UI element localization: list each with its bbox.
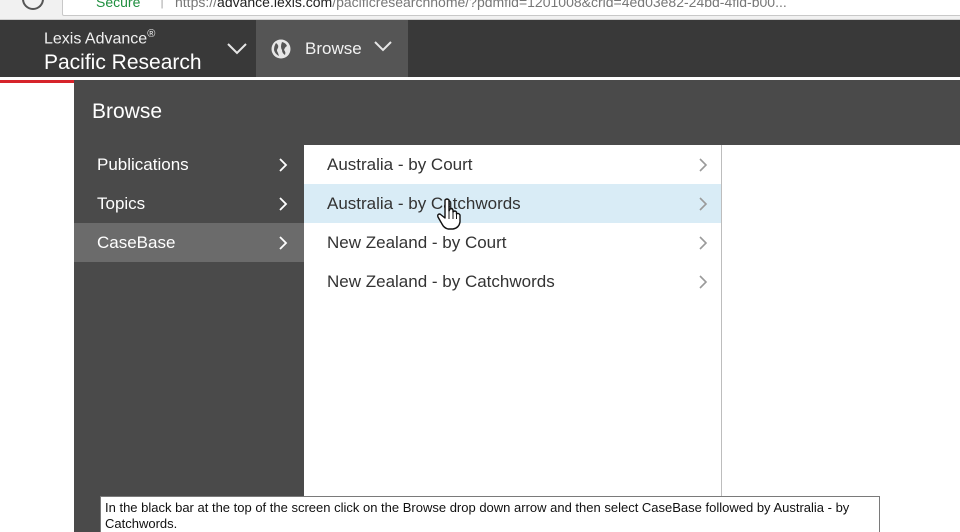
browse-panel-header: Browse xyxy=(74,80,960,145)
url-text[interactable]: https://advance.lexis.com/pacificresearc… xyxy=(175,0,787,10)
browse-detail-column xyxy=(723,145,960,532)
url-path: /pacificresearchhome/?pdmfid=1201008&cri… xyxy=(332,0,787,10)
category-label: Topics xyxy=(97,194,146,213)
brand-name: Lexis Advance xyxy=(44,30,148,48)
chevron-right-icon xyxy=(699,197,708,211)
category-label: CaseBase xyxy=(97,233,176,252)
chevron-down-icon xyxy=(227,42,247,54)
subitem-new-zealand-by-catchwords[interactable]: New Zealand - by Catchwords xyxy=(304,262,721,301)
brand-line1: Lexis Advance® xyxy=(44,28,155,48)
hand-cursor-icon xyxy=(437,198,461,230)
brand-line2: Pacific Research xyxy=(44,51,202,74)
page-background xyxy=(0,83,74,532)
chevron-right-icon xyxy=(279,158,288,172)
registered-mark: ® xyxy=(147,28,156,40)
category-label: Publications xyxy=(97,155,189,174)
subitem-label: Australia - by Court xyxy=(327,155,473,174)
subitem-australia-by-court[interactable]: Australia - by Court xyxy=(304,145,721,184)
secure-label: Secure xyxy=(96,0,141,10)
category-item-topics[interactable]: Topics xyxy=(74,184,304,223)
browse-category-list: Publications Topics CaseBase xyxy=(74,145,304,532)
chevron-right-icon xyxy=(279,197,288,211)
browse-label: Browse xyxy=(305,39,362,58)
product-switcher-button[interactable] xyxy=(218,20,256,77)
subitem-new-zealand-by-court[interactable]: New Zealand - by Court xyxy=(304,223,721,262)
chevron-right-icon xyxy=(699,158,708,172)
browse-dropdown-button[interactable]: Browse xyxy=(256,20,408,77)
subitem-label: New Zealand - by Court xyxy=(327,233,507,252)
browse-panel-title: Browse xyxy=(92,100,163,123)
chevron-right-icon xyxy=(279,236,288,250)
chevron-down-icon xyxy=(374,41,392,52)
browser-chrome: Secure | https://advance.lexis.com/pacif… xyxy=(0,0,960,20)
chevron-right-icon xyxy=(699,275,708,289)
instruction-caption: In the black bar at the top of the scree… xyxy=(100,496,880,532)
app-header: Lexis Advance® Pacific Research Browse xyxy=(0,20,960,77)
url-host: advance.lexis.com xyxy=(217,0,333,10)
subitem-label: New Zealand - by Catchwords xyxy=(327,272,555,291)
url-prefix: https:// xyxy=(175,0,218,10)
url-separator: | xyxy=(160,0,165,9)
category-item-casebase[interactable]: CaseBase xyxy=(74,223,304,262)
brand[interactable]: Lexis Advance® Pacific Research xyxy=(0,20,218,77)
globe-icon xyxy=(271,39,291,59)
reload-icon[interactable] xyxy=(22,0,44,10)
subitem-label: Australia - by Catchwords xyxy=(327,194,521,213)
casebase-subitem-list: Australia - by Court Australia - by Catc… xyxy=(304,145,722,532)
category-item-publications[interactable]: Publications xyxy=(74,145,304,184)
subitem-australia-by-catchwords[interactable]: Australia - by Catchwords xyxy=(304,184,721,223)
chevron-right-icon xyxy=(699,236,708,250)
